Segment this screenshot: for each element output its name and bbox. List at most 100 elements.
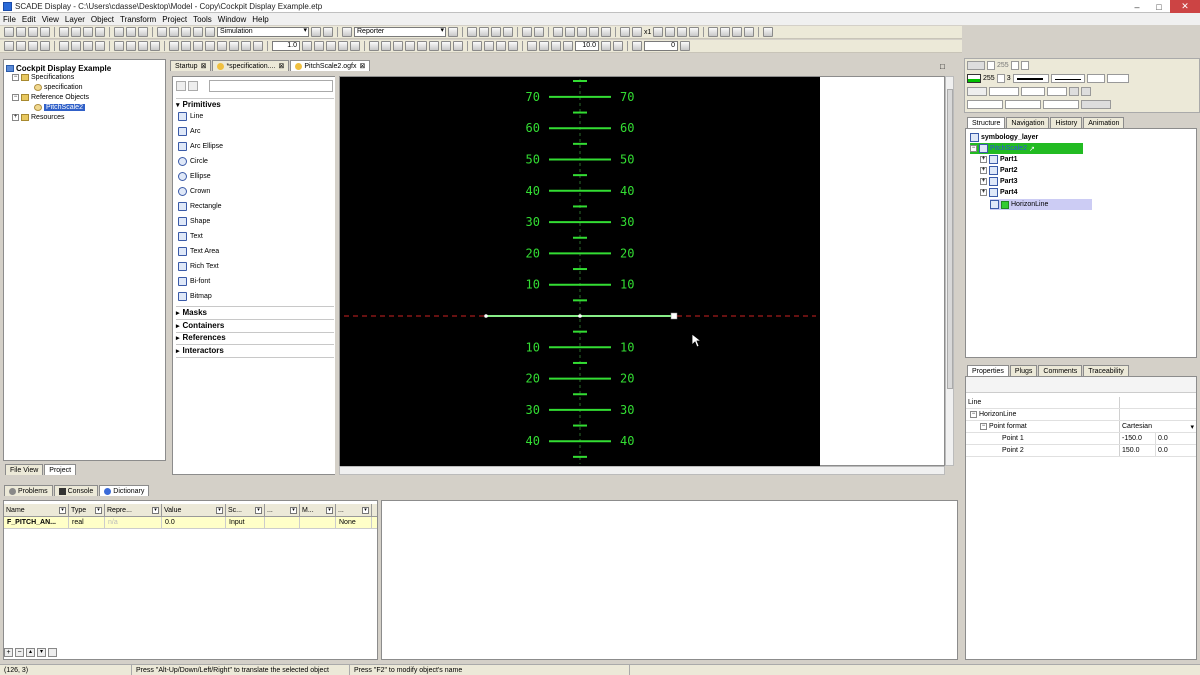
tool-icon[interactable]: [193, 41, 203, 51]
tool-icon[interactable]: [601, 27, 611, 37]
tool-icon[interactable]: [169, 27, 179, 37]
tab-startup[interactable]: Startup ⊠: [170, 60, 212, 71]
tool-icon[interactable]: [157, 27, 167, 37]
tool-icon[interactable]: [613, 41, 623, 51]
tool-icon[interactable]: [563, 41, 573, 51]
palette-item-arc-ellipse[interactable]: Arc Ellipse: [178, 142, 223, 151]
reporter-select[interactable]: Reporter: [354, 27, 446, 37]
palette-add-icon[interactable]: [176, 81, 186, 91]
palette-section-containers[interactable]: Containers: [176, 321, 225, 330]
table-row[interactable]: F_PITCH_AN... real n/a 0.0 Input None: [4, 517, 377, 529]
tool-icon[interactable]: [181, 41, 191, 51]
palette-item-text[interactable]: Text: [178, 232, 203, 241]
add-icon[interactable]: +: [4, 648, 13, 657]
tool-icon[interactable]: [338, 41, 348, 51]
line-style-select[interactable]: [1050, 74, 1085, 83]
zoom-value-input[interactable]: 10.0: [575, 41, 599, 51]
filter-icon[interactable]: ▾: [95, 506, 102, 514]
col-name[interactable]: Name ▾: [4, 504, 69, 516]
mode-select[interactable]: Simulation: [217, 27, 309, 37]
tool-icon[interactable]: [732, 27, 743, 37]
expand-icon[interactable]: +: [980, 167, 987, 174]
tree-root[interactable]: Cockpit Display Example: [6, 64, 111, 73]
horizontal-scrollbar[interactable]: [339, 466, 945, 475]
close-icon[interactable]: ⊠: [201, 62, 207, 70]
tool-icon[interactable]: [479, 27, 489, 37]
palette-item-text-area[interactable]: Text Area: [178, 247, 219, 256]
col-extra2[interactable]: ... ▾: [336, 504, 372, 516]
tool-icon[interactable]: [551, 41, 561, 51]
tree-item-part3[interactable]: + Part3: [980, 177, 1018, 186]
vertical-scrollbar[interactable]: [945, 76, 954, 466]
tool-icon[interactable]: [589, 27, 599, 37]
close-button[interactable]: ✕: [1170, 0, 1200, 13]
cell-extra2[interactable]: None: [336, 517, 372, 528]
align-select[interactable]: [1047, 87, 1067, 96]
line-join-select[interactable]: [1106, 74, 1129, 83]
tool-icon[interactable]: [205, 41, 215, 51]
redo-icon[interactable]: [126, 27, 136, 37]
tool-icon[interactable]: [496, 41, 506, 51]
copy-icon[interactable]: [71, 27, 81, 37]
tree-item-specifications[interactable]: − Specifications: [12, 74, 74, 81]
menu-view[interactable]: View: [42, 15, 59, 24]
delete-icon[interactable]: [95, 27, 105, 37]
tool-icon[interactable]: [126, 41, 136, 51]
cell-type[interactable]: real: [69, 517, 105, 528]
tree-item-pitchscale2-ref[interactable]: − PitchScale2 ↗: [970, 143, 1083, 154]
gradient-icon[interactable]: [1020, 61, 1029, 70]
tool-icon[interactable]: [539, 41, 549, 51]
tool-icon[interactable]: [467, 27, 477, 37]
tree-item-part1[interactable]: + Part1: [980, 155, 1018, 164]
tool-icon[interactable]: [314, 41, 324, 51]
maximize-editor-icon[interactable]: □: [940, 62, 945, 71]
tool-icon[interactable]: [369, 41, 379, 51]
tool-icon[interactable]: [453, 41, 463, 51]
new-icon[interactable]: [4, 27, 14, 37]
stop-icon[interactable]: [323, 27, 333, 37]
tree-item-part4[interactable]: + Part4: [980, 188, 1018, 197]
collapse-icon[interactable]: −: [970, 411, 977, 418]
tool-icon[interactable]: [83, 41, 93, 51]
tool-icon[interactable]: [720, 27, 731, 37]
col-type[interactable]: Type ▾: [69, 504, 105, 516]
point2-x-input[interactable]: 150.0: [1120, 445, 1156, 456]
tab-comments[interactable]: Comments: [1038, 365, 1083, 376]
palette-item-line[interactable]: Line: [178, 112, 203, 121]
tab-traceability[interactable]: Traceability: [1083, 365, 1129, 376]
italic-icon[interactable]: [1081, 87, 1091, 96]
tree-item-horizonline[interactable]: HorizonLine: [990, 199, 1092, 210]
tab-properties[interactable]: Properties: [967, 365, 1009, 376]
font-select[interactable]: [989, 87, 1019, 96]
expand-icon[interactable]: +: [980, 178, 987, 185]
tool-icon[interactable]: [4, 41, 14, 51]
line-color-icon[interactable]: [967, 74, 981, 83]
tree-item-part2[interactable]: + Part2: [980, 166, 1018, 175]
minimize-button[interactable]: –: [1126, 0, 1148, 13]
priority-select[interactable]: [1005, 100, 1041, 109]
tool-icon[interactable]: [138, 41, 148, 51]
run-icon[interactable]: [311, 27, 321, 37]
col-value[interactable]: Value ▾: [162, 504, 226, 516]
tool-icon[interactable]: [677, 27, 688, 37]
tool-icon[interactable]: [28, 41, 38, 51]
tab-animation[interactable]: Animation: [1083, 117, 1125, 128]
palette-item-bi-font[interactable]: Bi-font: [178, 277, 210, 286]
tool-icon[interactable]: [253, 41, 263, 51]
tool-icon[interactable]: [491, 27, 501, 37]
menu-object[interactable]: Object: [91, 15, 114, 24]
collapse-icon[interactable]: −: [980, 423, 987, 430]
tool-icon[interactable]: [393, 41, 403, 51]
tab-structure[interactable]: Structure: [967, 117, 1006, 128]
palette-item-arc[interactable]: Arc: [178, 127, 201, 136]
tool-icon[interactable]: [601, 41, 611, 51]
tool-icon[interactable]: [405, 41, 415, 51]
pitch-scale-canvas[interactable]: 70 70 60 60 50 50 40 40 30 30 20 20 10 10 10 10 20 20 30 30…: [340, 77, 820, 466]
layer-select[interactable]: [967, 100, 1003, 109]
close-icon[interactable]: ⊠: [278, 62, 284, 70]
menu-transform[interactable]: Transform: [120, 15, 156, 24]
point1-y-input[interactable]: 0.0: [1156, 433, 1168, 444]
tool-icon[interactable]: [350, 41, 360, 51]
cell-m[interactable]: [300, 517, 336, 528]
tool-icon[interactable]: [665, 27, 676, 37]
